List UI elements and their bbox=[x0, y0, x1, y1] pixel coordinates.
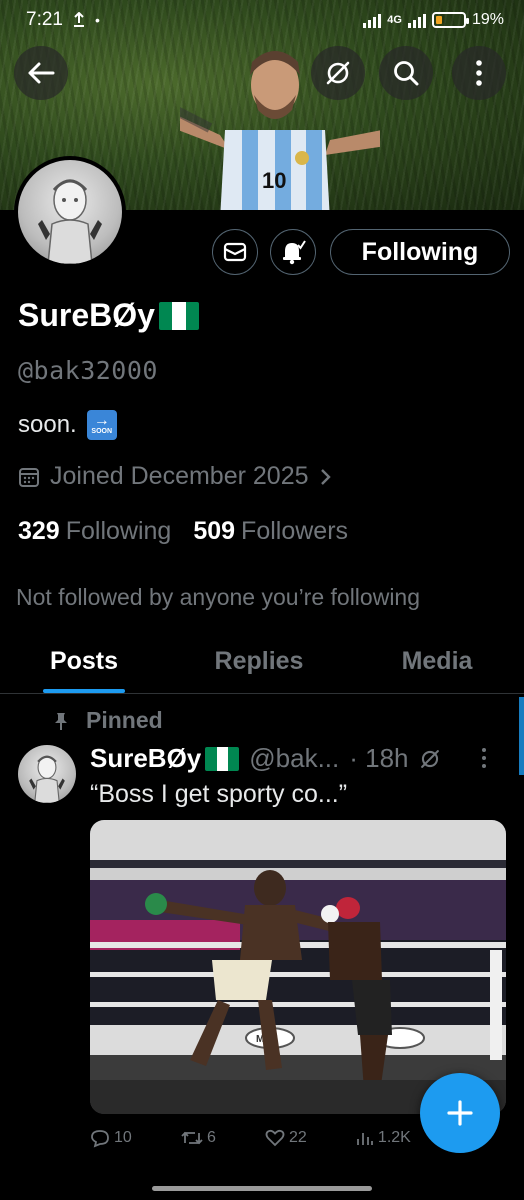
bio-text: soon. bbox=[18, 411, 77, 438]
followers-link[interactable]: 509 Followers bbox=[193, 517, 348, 546]
upload-arrow-icon bbox=[73, 12, 84, 27]
post-time: · 18h bbox=[349, 743, 409, 773]
status-time: 7:21 bbox=[26, 9, 63, 30]
network-type: 4G bbox=[387, 14, 402, 26]
avatar-statue-image bbox=[38, 179, 102, 264]
search-icon bbox=[394, 61, 419, 86]
more-options-button[interactable] bbox=[452, 46, 506, 100]
battery-percent: 19% bbox=[471, 11, 504, 28]
repost-count: 6 bbox=[206, 1129, 216, 1146]
following-link[interactable]: 329 Following bbox=[18, 517, 171, 546]
mail-icon bbox=[223, 242, 247, 262]
mutual-followers-text: Not followed by anyone you’re following bbox=[16, 584, 421, 610]
views-count: 1.2K bbox=[377, 1129, 411, 1146]
reply-count: 10 bbox=[114, 1129, 132, 1146]
notifications-button[interactable] bbox=[270, 229, 316, 275]
display-name: SureBØy bbox=[18, 297, 155, 333]
follow-stats: 329 Following 509 Followers bbox=[18, 517, 348, 546]
display-name-row: SureBØy bbox=[18, 297, 199, 334]
repost-icon bbox=[181, 1131, 203, 1145]
tab-posts[interactable]: Posts bbox=[0, 630, 168, 693]
profile-bio: soon. → SOON bbox=[18, 410, 117, 440]
views-action[interactable]: 1.2K bbox=[356, 1128, 411, 1148]
following-button[interactable]: Following bbox=[330, 229, 510, 275]
like-count: 22 bbox=[288, 1129, 307, 1146]
nigeria-flag-icon bbox=[158, 301, 199, 330]
tab-media[interactable]: Media bbox=[350, 630, 524, 693]
like-icon bbox=[265, 1129, 285, 1147]
back-button[interactable] bbox=[14, 46, 68, 100]
nigeria-flag-icon bbox=[205, 746, 240, 771]
scrollbar[interactable] bbox=[519, 697, 524, 775]
calendar-icon bbox=[19, 467, 39, 487]
like-action[interactable]: 22 bbox=[265, 1128, 307, 1148]
post-header: SureBØy @bak... · 18h bbox=[90, 743, 441, 774]
status-bar: 7:21 • 4G 19% bbox=[0, 0, 524, 40]
reply-icon bbox=[91, 1130, 109, 1148]
profile-avatar[interactable] bbox=[14, 156, 126, 268]
status-dot: • bbox=[94, 12, 100, 28]
chevron-right-icon bbox=[320, 468, 331, 485]
post-text: “Boss I get sporty co...” bbox=[90, 780, 348, 808]
signal-icon bbox=[363, 12, 382, 28]
signal-icon-2 bbox=[407, 12, 426, 28]
post-avatar-statue-image bbox=[29, 755, 65, 803]
post-media-image[interactable]: MTN bbox=[90, 820, 506, 1114]
pinned-label: Pinned bbox=[86, 707, 163, 733]
boxing-ring-image: MTN bbox=[90, 820, 506, 1114]
tab-replies[interactable]: Replies bbox=[168, 630, 350, 693]
followers-label: Followers bbox=[241, 517, 349, 545]
profile-handle: @bak32000 bbox=[18, 356, 158, 385]
back-arrow-icon bbox=[28, 62, 55, 84]
joined-date-row[interactable]: Joined December 2025 bbox=[18, 462, 333, 491]
joined-date: Joined December 2025 bbox=[50, 462, 309, 490]
svg-text:10: 10 bbox=[262, 168, 286, 193]
views-icon bbox=[357, 1133, 373, 1145]
plus-icon bbox=[447, 1100, 473, 1126]
grok-button[interactable] bbox=[311, 46, 365, 100]
compose-post-button[interactable] bbox=[420, 1073, 500, 1153]
repost-action[interactable]: 6 bbox=[181, 1128, 216, 1148]
reply-action[interactable]: 10 bbox=[90, 1128, 132, 1148]
pinned-label-row: Pinned bbox=[54, 707, 163, 734]
grok-icon bbox=[326, 61, 350, 85]
pin-icon bbox=[55, 712, 67, 730]
following-count: 329 bbox=[18, 517, 60, 545]
notification-bell-icon bbox=[283, 240, 306, 265]
post-author-handle[interactable]: @bak... bbox=[249, 743, 339, 774]
message-button[interactable] bbox=[212, 229, 258, 275]
battery-icon bbox=[431, 12, 469, 28]
following-label: Following bbox=[65, 517, 172, 545]
search-button[interactable] bbox=[379, 46, 433, 100]
post-author-name[interactable]: SureBØy bbox=[90, 743, 201, 774]
grok-icon[interactable] bbox=[419, 748, 441, 770]
soon-arrow-icon: → SOON bbox=[86, 410, 117, 440]
home-indicator[interactable] bbox=[152, 1186, 372, 1191]
profile-tabs: Posts Replies Media bbox=[0, 630, 524, 694]
post-author-avatar[interactable] bbox=[18, 745, 76, 803]
more-vertical-icon bbox=[476, 60, 482, 86]
post-more-icon[interactable] bbox=[482, 748, 486, 768]
followers-count: 509 bbox=[193, 517, 236, 545]
